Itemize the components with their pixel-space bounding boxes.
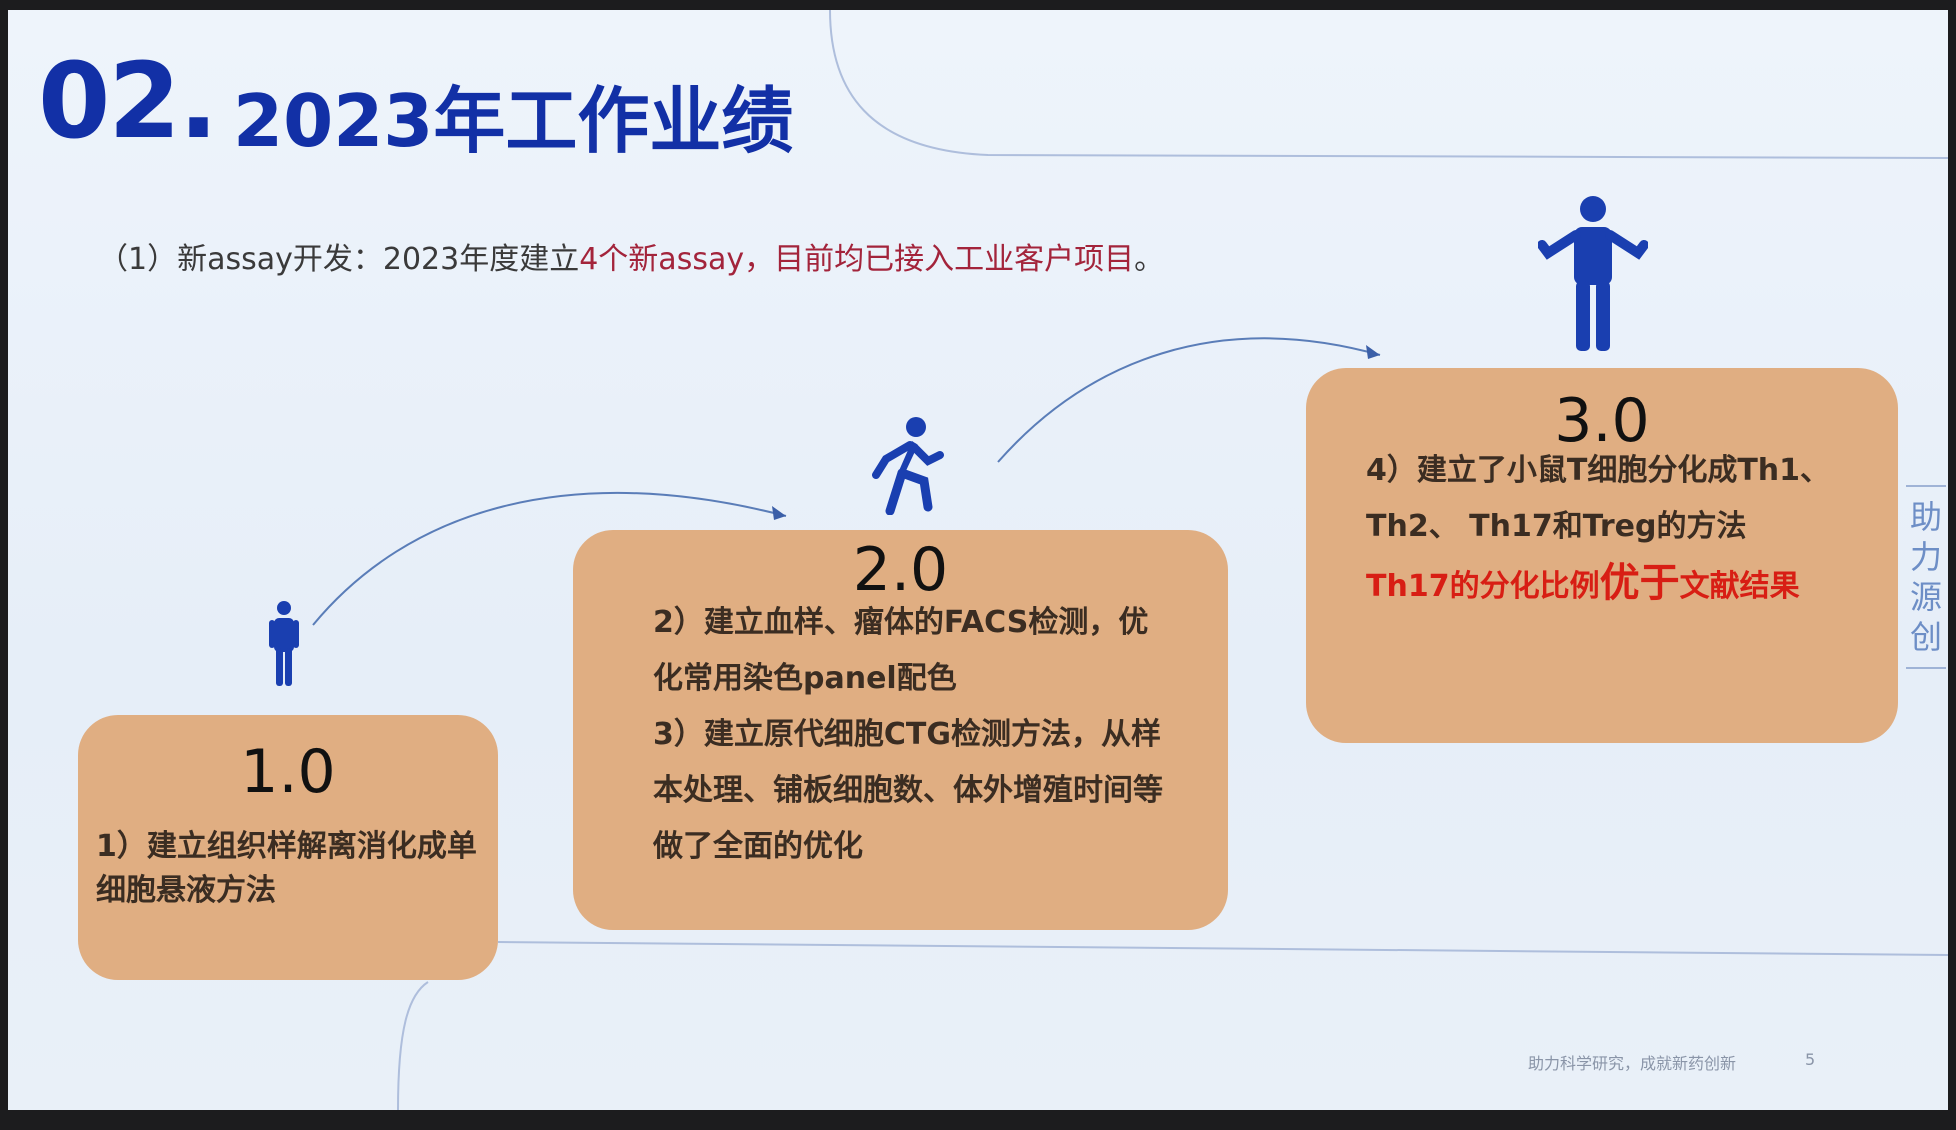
intro-highlight: 4个新assay，目前均已接入工业客户项目 [579,242,1135,277]
card-level-1: 1.0 1）建立组织样解离消化成单细胞悬液方法 [78,715,498,980]
result-emphasis: 优于 [1599,560,1680,606]
result-pre: Th17的分化比例 [1366,569,1600,604]
result-post: 文献结果 [1679,569,1800,604]
footer-text: 助力科学研究，成就新药创新 [1528,1054,1737,1073]
card-level-2: 2.0 2）建立血样、瘤体的FACS检测，优化常用染色panel配色 3）建立原… [573,530,1228,930]
slide-number: 02. [38,40,218,162]
intro-suffix: 。 [1134,242,1165,277]
card-text: 2）建立血样、瘤体的FACS检测，优化常用染色panel配色 3）建立原代细胞C… [653,595,1173,875]
person-climbing-icon [872,417,944,515]
card-line: 2）建立血样、瘤体的FACS检测，优化常用染色panel配色 [653,605,1149,696]
card-text: 4）建立了小鼠T细胞分化成Th1、Th2、 Th17和Treg的方法 Th17的… [1366,443,1866,615]
slide-title: 2023年工作业绩 [233,79,794,163]
slide: 02. 2023年工作业绩 （1）新assay开发：2023年度建立4个新ass… [8,10,1948,1110]
person-standing-large-icon [1538,196,1648,351]
card-text: 1）建立组织样解离消化成单细胞悬液方法 [96,829,477,908]
person-standing-small-icon [269,601,299,686]
card-result: Th17的分化比例优于文献结果 [1366,555,1866,615]
side-tab: 助力源创 [1906,485,1946,669]
card-line: 3）建立原代细胞CTG检测方法，从样本处理、铺板细胞数、体外增殖时间等做了全面的… [653,717,1163,864]
card-level-label: 1.0 [240,737,336,807]
card-level-3: 3.0 4）建立了小鼠T细胞分化成Th1、Th2、 Th17和Treg的方法 T… [1306,368,1898,743]
page-number: 5 [1805,1050,1816,1069]
intro-prefix: （1）新assay开发：2023年度建立 [98,242,580,277]
intro-paragraph: （1）新assay开发：2023年度建立4个新assay，目前均已接入工业客户项… [98,235,1298,285]
card-line: 4）建立了小鼠T细胞分化成Th1、Th2、 Th17和Treg的方法 [1366,453,1831,544]
